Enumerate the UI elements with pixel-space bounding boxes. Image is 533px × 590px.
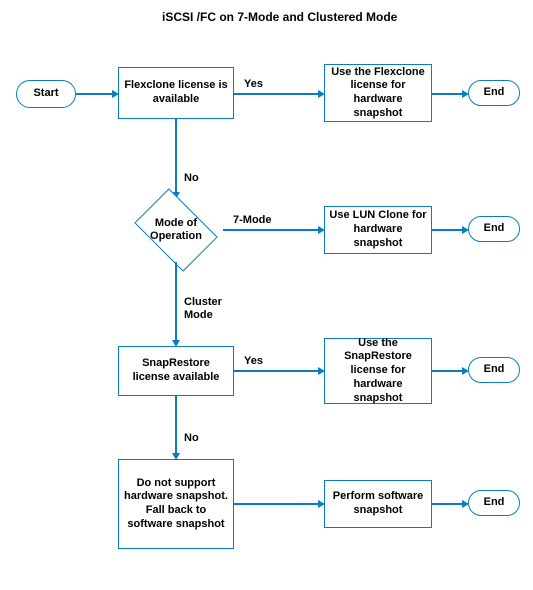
edge-flexclone-no <box>175 119 177 192</box>
edge-lunclone-to-end <box>432 229 462 231</box>
use-snaprestore-node: Use the SnapRestore license for hardware… <box>324 338 432 404</box>
mode-of-operation-node: Mode of Operation <box>129 198 223 262</box>
edge-useflexclone-to-end <box>432 93 462 95</box>
edge-label-cluster-mode: Cluster Mode <box>184 296 230 321</box>
edge-snaprestore-to-end <box>432 370 462 372</box>
end-terminator-3: End <box>468 357 520 383</box>
use-flexclone-node: Use the Flexclone license for hardware s… <box>324 64 432 122</box>
use-lun-clone-node: Use LUN Clone for hardware snapshot <box>324 206 432 254</box>
edge-start-to-flexclone <box>76 93 112 95</box>
edge-snaprestore-no <box>175 396 177 453</box>
edge-mode-7mode <box>223 229 318 231</box>
edge-label-no-2: No <box>184 432 199 444</box>
flowchart-canvas: iSCSI /FC on 7-Mode and Clustered Mode S… <box>0 0 533 590</box>
edge-label-no: No <box>184 172 199 184</box>
end-terminator-2: End <box>468 216 520 242</box>
snaprestore-check-node: SnapRestore license available <box>118 346 234 396</box>
flexclone-check-node: Flexclone license is available <box>118 67 234 119</box>
perform-sw-node: Perform software snapshot <box>324 480 432 528</box>
edge-label-yes-2: Yes <box>244 355 263 367</box>
edge-performsw-to-end <box>432 503 462 505</box>
edge-nohw-to-performsw <box>234 503 318 505</box>
mode-of-operation-label: Mode of Operation <box>129 198 223 262</box>
edge-label-yes: Yes <box>244 78 263 90</box>
no-hw-support-node: Do not support hardware snapshot. Fall b… <box>118 459 234 549</box>
edge-label-7mode: 7-Mode <box>233 214 272 226</box>
start-terminator: Start <box>16 80 76 108</box>
edge-snaprestore-yes <box>234 370 318 372</box>
diagram-title: iSCSI /FC on 7-Mode and Clustered Mode <box>162 10 397 24</box>
edge-mode-clustermode <box>175 262 177 340</box>
end-terminator-4: End <box>468 490 520 516</box>
edge-flexclone-yes <box>234 93 318 95</box>
end-terminator-1: End <box>468 80 520 106</box>
